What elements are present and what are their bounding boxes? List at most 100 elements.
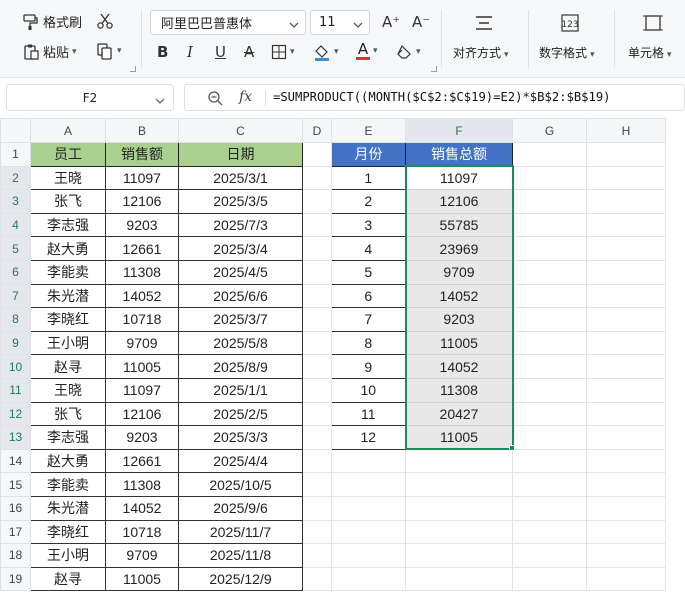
row-header[interactable]: 13 xyxy=(0,425,31,450)
cell-D12[interactable] xyxy=(302,401,332,427)
cell-H19[interactable] xyxy=(586,566,666,592)
cell-H2[interactable] xyxy=(586,165,666,191)
cell-A10[interactable]: 赵寻 xyxy=(30,354,106,379)
name-box[interactable]: F2 xyxy=(6,84,174,111)
cell-G16[interactable] xyxy=(512,495,587,521)
select-all-corner[interactable] xyxy=(0,118,31,143)
align-dropdown[interactable]: 对齐方式 ▾ xyxy=(453,44,509,61)
cell-D19[interactable] xyxy=(302,566,332,592)
cell-F13[interactable]: 11005 xyxy=(404,425,514,451)
cell-F7[interactable]: 14052 xyxy=(404,283,514,309)
shrink-font-button[interactable]: A⁻ xyxy=(412,13,430,31)
row-header[interactable]: 17 xyxy=(0,519,31,545)
row-header[interactable]: 5 xyxy=(0,236,31,261)
cell-E11[interactable]: 10 xyxy=(331,377,406,403)
cell-A5[interactable]: 赵大勇 xyxy=(30,236,106,261)
column-header-A[interactable]: A xyxy=(30,118,106,143)
row-header[interactable]: 19 xyxy=(0,566,31,592)
cell-A14[interactable]: 赵大勇 xyxy=(30,448,106,474)
cell-C8[interactable]: 2025/3/7 xyxy=(178,307,303,332)
cell-G19[interactable] xyxy=(512,566,587,592)
cell-F3[interactable]: 12106 xyxy=(404,189,514,214)
cell-E3[interactable]: 2 xyxy=(331,189,406,214)
font-name-select[interactable]: 阿里巴巴普惠体 xyxy=(150,10,306,35)
column-header-E[interactable]: E xyxy=(331,118,406,143)
cell-C16[interactable]: 2025/9/6 xyxy=(178,495,303,521)
cell-E18[interactable] xyxy=(331,543,406,568)
column-header-F[interactable]: F xyxy=(405,118,513,143)
cell-B19[interactable]: 11005 xyxy=(105,566,179,592)
clear-format-button[interactable]: ▾ xyxy=(395,43,421,61)
cell-B10[interactable]: 11005 xyxy=(105,354,179,379)
cell-C13[interactable]: 2025/3/3 xyxy=(178,425,303,450)
cell-H15[interactable] xyxy=(586,472,666,497)
row-header[interactable]: 4 xyxy=(0,212,31,238)
cell-A2[interactable]: 王晓 xyxy=(30,165,106,191)
cell-B13[interactable]: 9203 xyxy=(105,425,179,450)
cell-C3[interactable]: 2025/3/5 xyxy=(178,189,303,214)
cell-H5[interactable] xyxy=(586,236,666,261)
zoom-icon[interactable] xyxy=(207,90,223,110)
cell-H12[interactable] xyxy=(586,401,666,427)
column-header-B[interactable]: B xyxy=(105,118,179,143)
cell-G12[interactable] xyxy=(512,401,587,427)
row-header[interactable]: 11 xyxy=(0,377,31,403)
cell-E16[interactable] xyxy=(331,495,406,521)
cell-B5[interactable]: 12661 xyxy=(105,236,179,261)
cell-A1[interactable]: 员工 xyxy=(30,142,106,167)
row-header[interactable]: 9 xyxy=(0,330,31,356)
cell-A18[interactable]: 王小明 xyxy=(30,543,106,568)
cell-E19[interactable] xyxy=(331,566,406,592)
cell-F11[interactable]: 11308 xyxy=(404,377,514,403)
cell-G13[interactable] xyxy=(512,425,587,450)
cell-D11[interactable] xyxy=(302,377,332,403)
cell-H6[interactable] xyxy=(586,259,666,285)
cell-G8[interactable] xyxy=(512,307,587,332)
cell-E2[interactable]: 1 xyxy=(331,165,406,191)
cell-H16[interactable] xyxy=(586,495,666,521)
cell-A12[interactable]: 张飞 xyxy=(30,401,106,427)
cell-E15[interactable] xyxy=(331,472,406,497)
cell-C2[interactable]: 2025/3/1 xyxy=(178,165,303,191)
cell-G14[interactable] xyxy=(512,448,587,474)
cell-B14[interactable]: 12661 xyxy=(105,448,179,474)
cell-D17[interactable] xyxy=(302,519,332,545)
cell-A9[interactable]: 王小明 xyxy=(30,330,106,356)
cell-D4[interactable] xyxy=(302,212,332,238)
cell-H9[interactable] xyxy=(586,330,666,356)
cell-E8[interactable]: 7 xyxy=(331,307,406,332)
bold-button[interactable]: B xyxy=(157,43,168,61)
cell-H13[interactable] xyxy=(586,425,666,450)
cell-G4[interactable] xyxy=(512,212,587,238)
cell-C6[interactable]: 2025/4/5 xyxy=(178,259,303,285)
cell-B1[interactable]: 销售额 xyxy=(105,142,179,167)
cell-E14[interactable] xyxy=(331,448,406,474)
cell-D2[interactable] xyxy=(302,165,332,191)
cell-C5[interactable]: 2025/3/4 xyxy=(178,236,303,261)
cell-H7[interactable] xyxy=(586,283,666,309)
column-header-H[interactable]: H xyxy=(586,118,666,143)
cell-B6[interactable]: 11308 xyxy=(105,259,179,285)
cell-E9[interactable]: 8 xyxy=(331,330,406,356)
cell-D13[interactable] xyxy=(302,425,332,450)
row-header[interactable]: 16 xyxy=(0,495,31,521)
cell-E17[interactable] xyxy=(331,519,406,545)
cell-G5[interactable] xyxy=(512,236,587,261)
cell-B12[interactable]: 12106 xyxy=(105,401,179,427)
cell-B8[interactable]: 10718 xyxy=(105,307,179,332)
cell-G6[interactable] xyxy=(512,259,587,285)
italic-button[interactable]: I xyxy=(187,43,193,61)
cell-H14[interactable] xyxy=(586,448,666,474)
cell-G17[interactable] xyxy=(512,519,587,545)
cut-button[interactable] xyxy=(96,12,114,30)
cell-F10[interactable]: 14052 xyxy=(404,354,514,379)
row-header[interactable]: 12 xyxy=(0,401,31,427)
cell-F17[interactable] xyxy=(405,519,513,545)
cell-F12[interactable]: 20427 xyxy=(404,401,514,427)
cell-C10[interactable]: 2025/8/9 xyxy=(178,354,303,379)
grow-font-button[interactable]: A⁺ xyxy=(382,13,400,31)
cell-F15[interactable] xyxy=(405,472,513,497)
row-header[interactable]: 18 xyxy=(0,543,31,568)
cell-C17[interactable]: 2025/11/7 xyxy=(178,519,303,545)
row-header[interactable]: 10 xyxy=(0,354,31,379)
